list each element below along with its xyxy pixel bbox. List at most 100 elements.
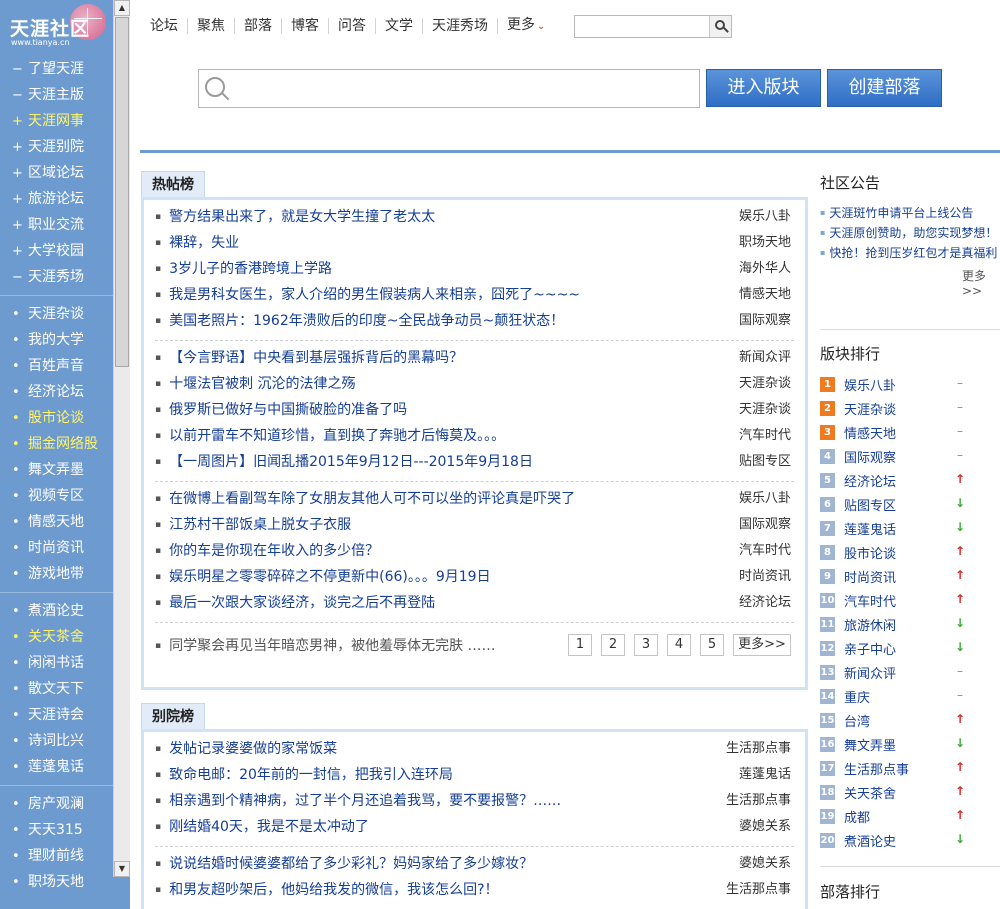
rank-board-link[interactable]: 天涯杂谈 (844, 399, 896, 418)
rank-board-link[interactable]: 重庆 (844, 687, 870, 706)
rank-board-link[interactable]: 贴图专区 (844, 495, 896, 514)
sidebar-item[interactable]: • 百姓声音 (0, 353, 130, 379)
rank-board-link[interactable]: 经济论坛 (844, 471, 896, 490)
footer-post-link[interactable]: 同学聚会再见当年暗恋男神，被他羞辱体无完肤 …… (155, 635, 495, 655)
post-board-link[interactable]: 汽车时代 (739, 538, 794, 564)
post-title-link[interactable]: 十堰法官被刺 沉沦的法律之殇 (155, 371, 355, 397)
post-board-link[interactable]: 婆媳关系 (739, 851, 794, 877)
post-board-link[interactable]: 职场天地 (739, 230, 794, 256)
ranking-row[interactable]: 7 莲蓬鬼话 ↓ (820, 516, 1000, 540)
sidebar-item[interactable]: + 天涯网事 (0, 108, 130, 134)
sidebar-item[interactable]: + 职业交流 (0, 212, 130, 238)
nav-search-button[interactable] (709, 16, 731, 37)
sidebar-item[interactable]: + 旅游论坛 (0, 186, 130, 212)
ranking-row[interactable]: 19 成都 ↑ (820, 804, 1000, 828)
post-board-link[interactable]: 经济论坛 (739, 590, 794, 616)
notice-item[interactable]: 天涯原创赞助，助您实现梦想！ (820, 223, 1000, 243)
post-title-link[interactable]: 俄罗斯已做好与中国撕破脸的准备了吗 (155, 397, 407, 423)
post-board-link[interactable]: 国际观察 (739, 512, 794, 538)
post-title-link[interactable]: 3岁儿子的香港跨境上学路 (155, 256, 332, 282)
post-title-link[interactable]: 最后一次跟大家谈经济，谈完之后不再登陆 (155, 590, 435, 616)
post-board-link[interactable]: 新闻众评 (739, 345, 794, 371)
sidebar-item[interactable]: − 天涯主版 (0, 82, 130, 108)
notice-item[interactable]: 天涯斑竹申请平台上线公告 (820, 203, 1000, 223)
rank-board-link[interactable]: 新闻众评 (844, 663, 896, 682)
sidebar-item[interactable]: • 诗词比兴 (0, 728, 130, 754)
ranking-row[interactable]: 12 亲子中心 ↓ (820, 636, 1000, 660)
rank-board-link[interactable]: 舞文弄墨 (844, 735, 896, 754)
sidebar-item[interactable]: • 理财前线 (0, 843, 130, 869)
ranking-row[interactable]: 8 股市论谈 ↑ (820, 540, 1000, 564)
sidebar-item[interactable]: • 舞文弄墨 (0, 457, 130, 483)
post-title-link[interactable]: 裸辞，失业 (155, 230, 239, 256)
ranking-row[interactable]: 3 情感天地 – (820, 420, 1000, 444)
post-board-link[interactable]: 天涯杂谈 (739, 397, 794, 423)
post-board-link[interactable]: 生活那点事 (726, 877, 794, 903)
ranking-row[interactable]: 20 煮酒论史 ↓ (820, 828, 1000, 852)
sidebar-item[interactable]: • 我的大学 (0, 327, 130, 353)
post-board-link[interactable]: 莲蓬鬼话 (739, 762, 794, 788)
rank-board-link[interactable]: 时尚资讯 (844, 567, 896, 586)
ranking-row[interactable]: 9 时尚资讯 ↑ (820, 564, 1000, 588)
sidebar-item[interactable]: • 散文天下 (0, 676, 130, 702)
page-button[interactable]: 1 (568, 634, 592, 656)
ranking-row[interactable]: 4 国际观察 – (820, 444, 1000, 468)
nav-item[interactable]: 问答 (329, 18, 376, 34)
post-title-link[interactable]: 和男友超吵架后，他妈给我发的微信，我该怎么回?！ (155, 877, 498, 903)
sidebar-item[interactable]: • 经济论坛 (0, 379, 130, 405)
post-board-link[interactable]: 生活那点事 (726, 788, 794, 814)
rank-board-link[interactable]: 煮酒论史 (844, 831, 896, 850)
ranking-row[interactable]: 18 关天茶舍 ↑ (820, 780, 1000, 804)
sidebar-item[interactable]: • 掘金网络股 (0, 431, 130, 457)
hot-posts-tab[interactable]: 热帖榜 (141, 171, 205, 198)
nav-more[interactable]: 更多 ⌄ (498, 17, 554, 35)
board-search-input[interactable] (198, 69, 700, 108)
ranking-row[interactable]: 16 舞文弄墨 ↓ (820, 732, 1000, 756)
sidebar-item[interactable]: + 区域论坛 (0, 160, 130, 186)
notice-more-link[interactable]: 更多>> (962, 267, 1000, 298)
sidebar-item[interactable]: • 情感天地 (0, 509, 130, 535)
post-title-link[interactable]: 我是男科女医生，家人介绍的男生假装病人来相亲，囧死了~~~~ (155, 282, 580, 308)
nav-item[interactable]: 文学 (376, 18, 423, 34)
rank-board-link[interactable]: 娱乐八卦 (844, 375, 896, 394)
page-button[interactable]: 2 (601, 634, 625, 656)
scroll-thumb[interactable] (115, 17, 129, 367)
enter-board-button[interactable]: 进入版块 (706, 69, 821, 107)
rank-board-link[interactable]: 汽车时代 (844, 591, 896, 610)
page-button[interactable]: 4 (667, 634, 691, 656)
post-board-link[interactable]: 情感天地 (739, 282, 794, 308)
notice-item[interactable]: 快抢！抢到压岁红包才是真福利 (820, 243, 1000, 263)
post-board-link[interactable]: 婆媳关系 (739, 814, 794, 840)
ranking-row[interactable]: 1 娱乐八卦 – (820, 372, 1000, 396)
sidebar-item[interactable]: • 视频专区 (0, 483, 130, 509)
nav-item[interactable]: 论坛 (150, 18, 188, 34)
ranking-row[interactable]: 15 台湾 ↑ (820, 708, 1000, 732)
rank-board-link[interactable]: 情感天地 (844, 423, 896, 442)
rank-board-link[interactable]: 台湾 (844, 711, 870, 730)
rank-board-link[interactable]: 股市论谈 (844, 543, 896, 562)
rank-board-link[interactable]: 国际观察 (844, 447, 896, 466)
sidebar-item[interactable]: • 煮酒论史 (0, 598, 130, 624)
ranking-row[interactable]: 13 新闻众评 – (820, 660, 1000, 684)
nav-item[interactable]: 天涯秀场 (423, 18, 498, 34)
post-title-link[interactable]: 刚结婚40天，我是不是太冲动了 (155, 814, 369, 840)
ranking-row[interactable]: 6 贴图专区 ↓ (820, 492, 1000, 516)
post-board-link[interactable]: 天涯杂谈 (739, 371, 794, 397)
post-title-link[interactable]: 在微博上看副驾车除了女朋友其他人可不可以坐的评论真是吓哭了 (155, 486, 575, 512)
nav-item[interactable]: 部落 (235, 18, 282, 34)
scroll-up-arrow-icon[interactable]: ▲ (114, 0, 130, 16)
nav-search-input[interactable] (574, 15, 732, 38)
post-board-link[interactable]: 海外华人 (739, 256, 794, 282)
sidebar-item[interactable]: • 股市论谈 (0, 405, 130, 431)
ranking-row[interactable]: 14 重庆 – (820, 684, 1000, 708)
scroll-down-arrow-icon[interactable]: ▼ (114, 861, 130, 877)
post-title-link[interactable]: 江苏村干部饭桌上脱女子衣服 (155, 512, 351, 538)
post-board-link[interactable]: 贴图专区 (739, 449, 794, 475)
sidebar-item[interactable]: • 游戏地带 (0, 561, 130, 587)
sidebar-item[interactable]: • 闲闲书话 (0, 650, 130, 676)
rank-board-link[interactable]: 成都 (844, 807, 870, 826)
rank-board-link[interactable]: 关天茶舍 (844, 783, 896, 802)
ranking-row[interactable]: 10 汽车时代 ↑ (820, 588, 1000, 612)
post-board-link[interactable]: 娱乐八卦 (739, 486, 794, 512)
post-board-link[interactable]: 生活那点事 (726, 736, 794, 762)
